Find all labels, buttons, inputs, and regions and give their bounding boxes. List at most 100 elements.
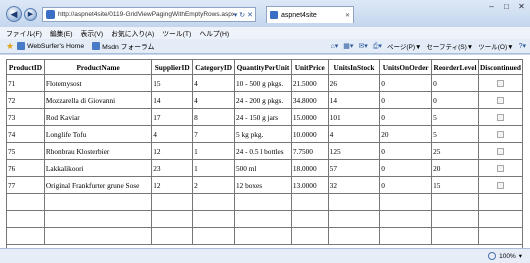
favorite-link-msdn[interactable]: Msdn フォーラム xyxy=(92,41,154,51)
column-header: ProductName xyxy=(43,59,153,75)
table-row: 73 Rod Kaviar 17 8 24 - 150 g jars 15.00… xyxy=(6,108,523,126)
help-icon[interactable]: ?▾ xyxy=(519,42,526,50)
table-cell: 76 xyxy=(6,159,45,177)
table-cell: 4 xyxy=(151,125,194,143)
empty-row xyxy=(6,227,523,245)
menu-favorites[interactable]: お気に入り(A) xyxy=(111,28,154,38)
table-cell: 0 xyxy=(379,176,433,194)
table-cell: 2 xyxy=(192,176,235,194)
address-bar[interactable]: http://aspnet4site/0119-GridViewPagingWi… xyxy=(42,7,256,22)
table-cell: 500 ml xyxy=(233,159,292,177)
table-cell: Flotemysost xyxy=(43,74,153,92)
star-icon[interactable]: ★ xyxy=(6,41,14,52)
table-cell: 25 xyxy=(431,142,479,160)
zoom-control[interactable]: 100% ▾ xyxy=(488,252,522,260)
menu-help[interactable]: ヘルプ(H) xyxy=(199,28,229,38)
column-header: Discontinued xyxy=(478,59,523,75)
grid-header-row: ProductID ProductName SupplierID Categor… xyxy=(6,59,523,75)
home-icon[interactable]: ⌂▾ xyxy=(331,42,339,50)
table-cell: 10.0000 xyxy=(290,125,329,143)
link-favicon-icon xyxy=(92,42,101,50)
refresh-icon[interactable]: ↻ xyxy=(239,11,245,19)
minimize-icon[interactable]: – xyxy=(487,2,496,11)
stop-icon[interactable]: ✕ xyxy=(247,11,253,19)
page-favicon-icon xyxy=(46,10,55,19)
chevron-down-icon[interactable]: ▾ xyxy=(519,252,522,260)
zoom-level: 100% xyxy=(499,252,516,260)
command-safety[interactable]: セーフティ(S)▼ xyxy=(426,41,473,51)
table-cell: Longlife Tofu xyxy=(43,125,153,143)
table-cell: 0 xyxy=(379,159,433,177)
feeds-icon[interactable]: ▦▾ xyxy=(343,42,353,50)
favorite-link-websurfer[interactable]: WebSurfer's Home xyxy=(17,42,84,50)
table-row: 71 Flotemysost 15 4 10 - 500 g pkgs. 21.… xyxy=(6,74,523,92)
table-cell: 12 xyxy=(151,176,194,194)
menu-bar: ファイル(F) 編集(E) 表示(V) お気に入り(A) ツール(T) ヘルプ(… xyxy=(0,27,530,39)
address-dropdown-icon[interactable]: ▾ xyxy=(234,11,238,19)
discontinued-cell xyxy=(478,91,523,109)
page-content: ProductID ProductName SupplierID Categor… xyxy=(0,55,530,262)
table-cell: 0 xyxy=(431,74,479,92)
table-cell: Original Frankfurter grune Sose xyxy=(43,176,153,194)
forward-arrow-icon[interactable]: ▶ xyxy=(24,8,37,21)
table-cell: 4 xyxy=(327,125,381,143)
table-cell: 15.0000 xyxy=(290,108,329,126)
menu-tools[interactable]: ツール(T) xyxy=(162,28,191,38)
discontinued-checkbox xyxy=(497,97,504,105)
favorite-link-label: WebSurfer's Home xyxy=(27,42,85,50)
back-arrow-icon[interactable]: ◀ xyxy=(6,6,22,22)
table-cell: 0 xyxy=(379,91,433,109)
tab-favicon-icon xyxy=(270,11,278,19)
table-cell: 71 xyxy=(6,74,45,92)
table-cell: 13.0000 xyxy=(290,176,329,194)
maximize-icon[interactable]: □ xyxy=(502,2,511,11)
address-url[interactable]: http://aspnet4site/0119-GridViewPagingWi… xyxy=(58,11,234,18)
menu-edit[interactable]: 編集(E) xyxy=(50,28,73,38)
table-cell: 0 xyxy=(379,142,433,160)
table-cell: 24 - 200 g pkgs. xyxy=(233,91,292,109)
table-cell: 5 kg pkg. xyxy=(233,125,292,143)
table-cell: 12 boxes xyxy=(233,176,292,194)
table-cell: 0 xyxy=(431,91,479,109)
table-cell: Mozzarella di Giovanni xyxy=(43,91,153,109)
tab-title: aspnet4site xyxy=(281,11,317,19)
print-icon[interactable]: ⎙▾ xyxy=(373,42,382,51)
column-header: UnitsInStock xyxy=(327,59,381,75)
column-header: UnitPrice xyxy=(290,59,329,75)
status-bar: 100% ▾ xyxy=(0,248,530,263)
command-page[interactable]: ページ(P)▼ xyxy=(387,41,421,51)
menu-file[interactable]: ファイル(F) xyxy=(6,28,42,38)
window-controls: – □ ✕ xyxy=(487,2,526,11)
table-row: 77 Original Frankfurter grune Sose 12 2 … xyxy=(6,176,523,194)
table-cell: 4 xyxy=(192,91,235,109)
table-cell: 72 xyxy=(6,91,45,109)
table-cell: 8 xyxy=(192,108,235,126)
table-cell: 24 - 150 g jars xyxy=(233,108,292,126)
discontinued-checkbox xyxy=(497,148,504,156)
table-cell: 74 xyxy=(6,125,45,143)
table-cell: 57 xyxy=(327,159,381,177)
discontinued-checkbox xyxy=(497,80,504,88)
tab-aspnet4site[interactable]: aspnet4site ✕ xyxy=(266,6,354,23)
table-cell: 101 xyxy=(327,108,381,126)
table-cell: Rhonbrau Klosterbier xyxy=(43,142,153,160)
browser-titlebar: ◀ ▶ http://aspnet4site/0119-GridViewPagi… xyxy=(0,0,530,27)
table-cell: 125 xyxy=(327,142,381,160)
table-row: 76 Lakkalikoori 23 1 500 ml 18.0000 57 0… xyxy=(6,159,523,177)
table-cell: 75 xyxy=(6,142,45,160)
empty-row xyxy=(6,193,523,211)
table-cell: 24 - 0.5 l bottles xyxy=(233,142,292,160)
table-cell: 4 xyxy=(192,74,235,92)
discontinued-checkbox xyxy=(497,182,504,190)
table-cell: 34.8000 xyxy=(290,91,329,109)
discontinued-checkbox xyxy=(497,114,504,122)
table-cell: 26 xyxy=(327,74,381,92)
column-header: UnitsOnOrder xyxy=(379,59,433,75)
menu-view[interactable]: 表示(V) xyxy=(81,28,104,38)
tab-close-icon[interactable]: ✕ xyxy=(345,12,350,19)
command-tools[interactable]: ツール(O)▼ xyxy=(478,41,513,51)
table-cell: 77 xyxy=(6,176,45,194)
close-window-icon[interactable]: ✕ xyxy=(517,2,526,11)
mail-icon[interactable]: ✉▾ xyxy=(358,42,367,50)
table-cell: 15 xyxy=(431,176,479,194)
